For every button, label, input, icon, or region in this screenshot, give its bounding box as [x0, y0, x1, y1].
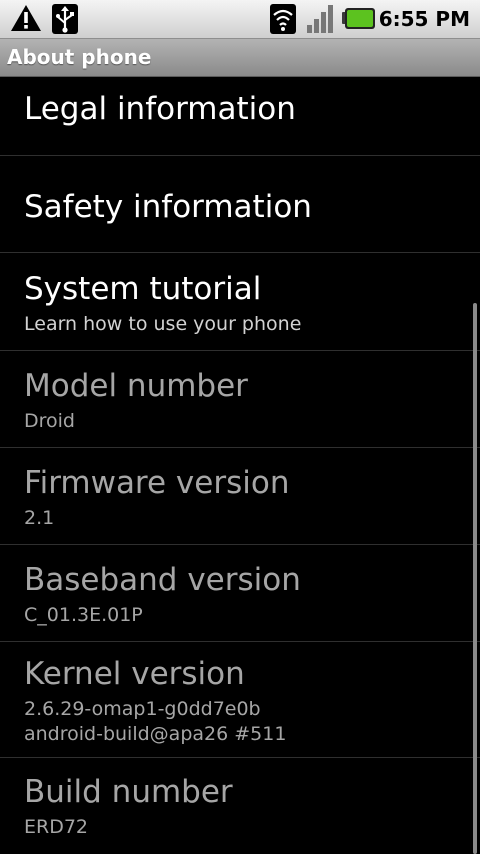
system-tutorial-item[interactable]: System tutorial Learn how to use your ph… [0, 253, 480, 351]
list-item-title: Firmware version [24, 465, 290, 501]
list-item-title: System tutorial [24, 271, 262, 307]
firmware-version-item: Firmware version 2.1 [0, 448, 480, 545]
list-item-title: Legal information [24, 91, 296, 127]
warning-icon [10, 3, 42, 37]
scrollbar[interactable] [473, 303, 477, 854]
battery-icon [342, 7, 376, 35]
baseband-version-item: Baseband version C_01.3E.01P [0, 545, 480, 642]
page-title: About phone [7, 45, 152, 69]
signal-icon [304, 3, 336, 39]
build-number-item: Build number ERD72 [0, 758, 480, 854]
list-item-title: Build number [24, 774, 233, 810]
list-item-title: Safety information [24, 189, 312, 225]
legal-information-item[interactable]: Legal information [0, 77, 480, 156]
list-item-summary: 2.1 [24, 507, 55, 529]
status-time: 6:55 PM [378, 7, 470, 31]
safety-information-item[interactable]: Safety information [0, 156, 480, 253]
list-item-title: Kernel version [24, 656, 245, 692]
model-number-item: Model number Droid [0, 351, 480, 448]
list-item-title: Model number [24, 368, 248, 404]
list-item-summary: Droid [24, 410, 75, 432]
list-item-summary: 2.6.29-omap1-g0dd7e0b [24, 698, 261, 720]
list-item-summary: Learn how to use your phone [24, 313, 302, 335]
title-bar: About phone [0, 39, 480, 77]
list-item-summary-line2: android-build@apa26 #511 [24, 723, 287, 745]
list-item-title: Baseband version [24, 562, 301, 598]
usb-icon [50, 3, 80, 39]
list-item-summary: ERD72 [24, 816, 89, 838]
wifi-icon [268, 3, 298, 39]
list-item-summary: C_01.3E.01P [24, 604, 143, 626]
status-bar[interactable]: 6:55 PM [0, 0, 480, 39]
kernel-version-item: Kernel version 2.6.29-omap1-g0dd7e0b and… [0, 642, 480, 758]
